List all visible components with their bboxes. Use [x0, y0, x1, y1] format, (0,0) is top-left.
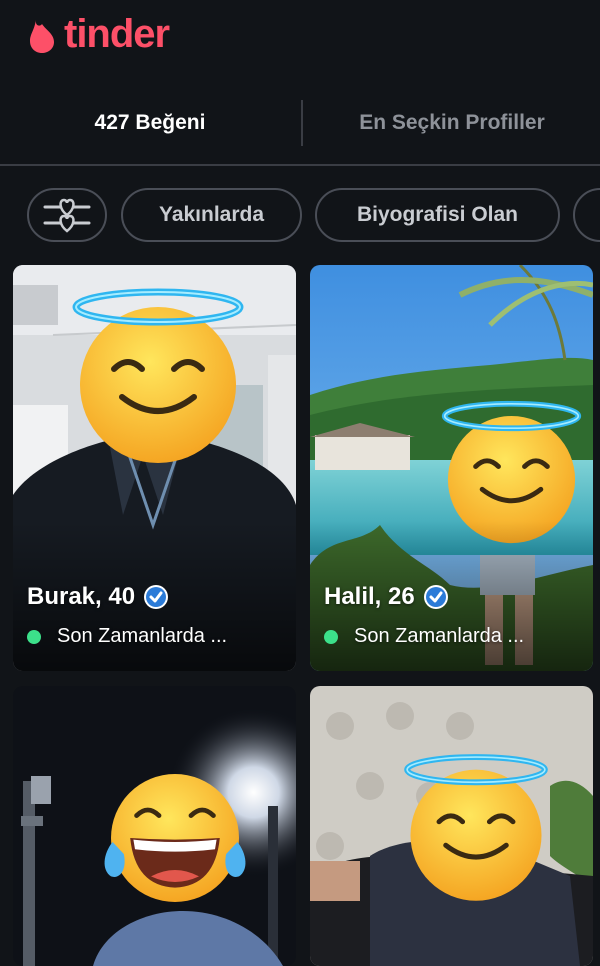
- profile-name-row: Burak, 40: [27, 583, 286, 611]
- online-dot-icon: [324, 629, 338, 644]
- flame-icon: [30, 20, 54, 53]
- top-bar: tinder: [0, 0, 600, 80]
- tab-top-picks[interactable]: En Seçkin Profiller: [304, 82, 600, 164]
- activity-status-text: Son Zamanlarda ...: [354, 625, 525, 647]
- verified-badge-icon: [423, 585, 448, 609]
- filter-chip-row: Yakınlarda Biyografisi Olan: [0, 188, 600, 246]
- profile-name-row: Halil, 26: [324, 583, 583, 611]
- card-info: Halil, 26 Son Zamanlarda ...: [324, 583, 583, 648]
- profile-card[interactable]: Burak, 40 Son Zamanlarda ...: [13, 265, 296, 671]
- tinder-logo[interactable]: tinder: [26, 12, 170, 56]
- profile-card[interactable]: [310, 686, 593, 966]
- activity-status-text: Son Zamanlarda ...: [57, 625, 228, 647]
- tab-likes[interactable]: 427 Beğeni: [0, 82, 300, 164]
- card-info: Burak, 40 Son Zamanlarda ...: [27, 583, 286, 648]
- tab-bar: 427 Beğeni En Seçkin Profiller: [0, 82, 600, 166]
- tears-of-joy-emoji: [104, 774, 246, 902]
- chip-has-bio[interactable]: Biyografisi Olan: [315, 188, 560, 242]
- smiling-halo-emoji: [404, 754, 548, 901]
- filter-settings-button[interactable]: [27, 188, 107, 242]
- activity-status: Son Zamanlarda ...: [27, 625, 286, 648]
- profile-name: Halil, 26: [324, 583, 415, 610]
- chip-nearby[interactable]: Yakınlarda: [121, 188, 302, 242]
- online-dot-icon: [27, 629, 41, 644]
- profile-name: Burak, 40: [27, 583, 136, 610]
- profile-card[interactable]: [13, 686, 296, 966]
- chip-more[interactable]: [573, 188, 600, 242]
- verified-badge-icon: [144, 585, 169, 609]
- tab-divider: [301, 100, 303, 146]
- smiling-halo-emoji: [72, 288, 244, 463]
- profile-card[interactable]: Halil, 26 Son Zamanlarda ...: [310, 265, 593, 671]
- sliders-icon: [43, 198, 91, 233]
- activity-status: Son Zamanlarda ...: [324, 625, 583, 648]
- logo-text: tinder: [64, 12, 170, 56]
